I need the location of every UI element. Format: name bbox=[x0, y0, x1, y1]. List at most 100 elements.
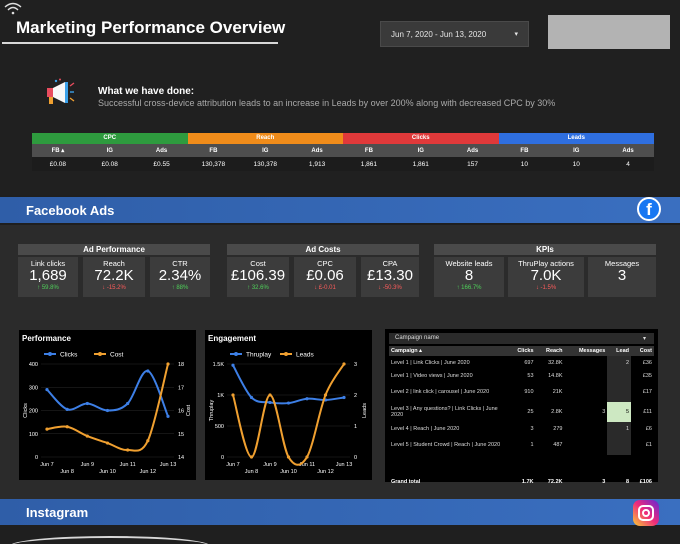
kpi-value: £106.39 bbox=[230, 267, 286, 284]
summary-column-header[interactable]: IG bbox=[550, 148, 602, 154]
summary-column-headers: FB IG Ads bbox=[187, 144, 343, 157]
campaign-name: Level 2 | link click | carousel | June 2… bbox=[391, 389, 490, 395]
legend-marker bbox=[284, 352, 288, 356]
reach-cell: 14.8K bbox=[548, 372, 563, 379]
y-tick-label: 0 bbox=[221, 455, 224, 461]
clicks-cell: 3 bbox=[530, 425, 534, 432]
table-row[interactable]: Level 3 | Any questions? | Link Clicks |… bbox=[389, 402, 654, 422]
summary-group-header: Clicks bbox=[343, 133, 499, 144]
y-tick-label: 0 bbox=[35, 455, 38, 461]
engagement-chart: Engagement Thruplay Leads 1.5K 1K 500 0 3 2 1 0 Th… bbox=[205, 330, 372, 480]
table-row[interactable]: Level 2 | link click | carousel | June 2… bbox=[389, 382, 654, 402]
summary-column-header[interactable]: FB bbox=[343, 148, 395, 154]
kpi-card-website-leads: Website leads 8 ↑ 166.7% bbox=[434, 257, 504, 297]
kpi-card-thruplay-actions: ThruPlay actions 7.0K ↓ -1.5% bbox=[508, 257, 584, 297]
instagram-section-title: Instagram bbox=[26, 505, 89, 520]
data-point-clicks bbox=[65, 407, 69, 411]
summary-column-header[interactable]: Ads bbox=[291, 148, 343, 154]
kpi-value: £13.30 bbox=[367, 267, 413, 284]
summary-column-header[interactable]: Ads bbox=[602, 148, 654, 154]
summary-values: 10 10 4 bbox=[498, 157, 654, 171]
data-point-cost bbox=[105, 441, 110, 445]
chevron-down-icon: ▾ bbox=[642, 336, 646, 342]
summary-column-headers: FB IG Ads bbox=[498, 144, 654, 157]
legend-label: Thruplay bbox=[246, 352, 272, 359]
lead-cell bbox=[607, 382, 632, 402]
page-title: Marketing Performance Overview bbox=[16, 18, 286, 37]
clicks-cell: 910 bbox=[524, 389, 534, 395]
summary-column-header[interactable]: IG bbox=[395, 148, 447, 154]
messages-cell: 3 bbox=[602, 409, 606, 415]
x-tick-label: Jun 13 bbox=[336, 462, 353, 468]
filter-placeholder[interactable] bbox=[548, 15, 670, 49]
column-header[interactable]: Clicks bbox=[507, 346, 536, 356]
summary-group-header: Reach bbox=[187, 133, 343, 144]
kpi-delta: ↑ 32.6% bbox=[247, 285, 269, 291]
summary-column-header[interactable]: FB bbox=[499, 148, 551, 154]
campaign-name: Level 1 | Video views | June 2020 bbox=[391, 372, 473, 379]
legend-label: Cost bbox=[110, 352, 124, 359]
x-tick-label: Jun 8 bbox=[60, 469, 73, 475]
summary-column-header[interactable]: Ads bbox=[447, 148, 499, 154]
data-point-cost bbox=[65, 425, 69, 429]
summary-column-header[interactable]: FB bbox=[188, 148, 240, 154]
clicks-cell: 25 bbox=[527, 409, 534, 415]
kpi-value: 8 bbox=[464, 267, 474, 284]
summary-values: £0.08 £0.08 £0.55 bbox=[32, 157, 188, 171]
campaign-table: Campaign ▴ Clicks Reach Messages Lead Cost Le… bbox=[389, 346, 654, 489]
ad-performance-title: Ad Performance bbox=[18, 244, 210, 255]
y2-tick-label: 14 bbox=[178, 455, 184, 461]
table-row[interactable]: Level 4 | Reach | June 2020 3 279 1 £6 bbox=[389, 422, 654, 435]
date-range-picker[interactable]: Jun 7, 2020 - Jun 13, 2020 ▾ bbox=[380, 21, 529, 47]
divider-arc bbox=[10, 536, 210, 544]
kpis-panel: KPIs Website leads 8 ↑ 166.7% ThruPlay actio… bbox=[434, 244, 656, 297]
kpi-delta: ↓ -15.2% bbox=[102, 285, 126, 291]
kpi-delta: ↓ -1.5% bbox=[535, 285, 557, 291]
kpi-delta: ↑ 166.7% bbox=[456, 285, 482, 291]
column-header[interactable]: Messages bbox=[564, 346, 608, 356]
column-header[interactable]: Lead bbox=[607, 346, 632, 356]
y2-tick-label: 0 bbox=[354, 455, 357, 461]
table-row[interactable]: Level 1 | Link Clicks | June 2020 697 32.8… bbox=[389, 356, 654, 369]
series-line-leads bbox=[232, 363, 345, 466]
kpis-title: KPIs bbox=[434, 244, 656, 255]
summary-value: 1,913 bbox=[308, 160, 326, 168]
campaign-name-filter[interactable]: Campaign name ▾ bbox=[389, 333, 654, 344]
column-header[interactable]: Reach bbox=[535, 346, 565, 356]
total-cell: 3 bbox=[602, 479, 606, 485]
cost-cell: £36 bbox=[642, 359, 652, 366]
summary-column-header[interactable]: IG bbox=[239, 148, 291, 154]
title-underline bbox=[2, 42, 278, 44]
kpi-delta: ↓ -50.3% bbox=[378, 285, 402, 291]
kpi-card-ctr: CTR 2.34% ↑ 88% bbox=[150, 257, 210, 297]
reach-cell: 279 bbox=[553, 425, 563, 432]
y2-axis-title: Leads bbox=[362, 403, 368, 418]
data-point-clicks bbox=[166, 414, 170, 418]
summary-group-reach: Reach FB IG Ads 130,378 130,378 1,913 bbox=[187, 133, 343, 171]
summary-column-header[interactable]: Ads bbox=[136, 148, 188, 154]
kpi-value: 3 bbox=[617, 267, 627, 284]
table-row[interactable]: Level 1 | Video views | June 2020 53 14.8K… bbox=[389, 369, 654, 382]
y-tick-label: 1.5K bbox=[213, 362, 225, 368]
date-range-value: Jun 7, 2020 - Jun 13, 2020 bbox=[391, 30, 487, 39]
data-point-clicks bbox=[146, 369, 150, 373]
instagram-section-bar: Instagram bbox=[0, 499, 680, 525]
kpi-delta: ↓ £-0.01 bbox=[314, 285, 336, 291]
kpi-value: 2.34% bbox=[158, 267, 202, 284]
messages-cell bbox=[564, 382, 607, 402]
legend-marker bbox=[234, 352, 238, 356]
kpi-value: 72.2K bbox=[94, 267, 134, 284]
kpi-value: 7.0K bbox=[530, 267, 562, 284]
x-tick-label: Jun 12 bbox=[317, 469, 334, 475]
series-line-thruplay bbox=[232, 364, 345, 405]
total-cell: £106 bbox=[639, 479, 652, 485]
table-row[interactable]: Level 5 | Student Crowd | Reach | June 2… bbox=[389, 435, 654, 455]
summary-column-header[interactable]: FB ▴ bbox=[32, 147, 84, 154]
column-header[interactable]: Cost bbox=[631, 346, 654, 356]
data-point-clicks bbox=[85, 401, 89, 406]
column-header[interactable]: Campaign ▴ bbox=[389, 346, 507, 356]
data-point-clicks bbox=[45, 387, 49, 392]
y2-tick-label: 3 bbox=[354, 362, 357, 368]
summary-column-header[interactable]: IG bbox=[84, 148, 136, 154]
reach-cell: 32.8K bbox=[548, 359, 563, 366]
